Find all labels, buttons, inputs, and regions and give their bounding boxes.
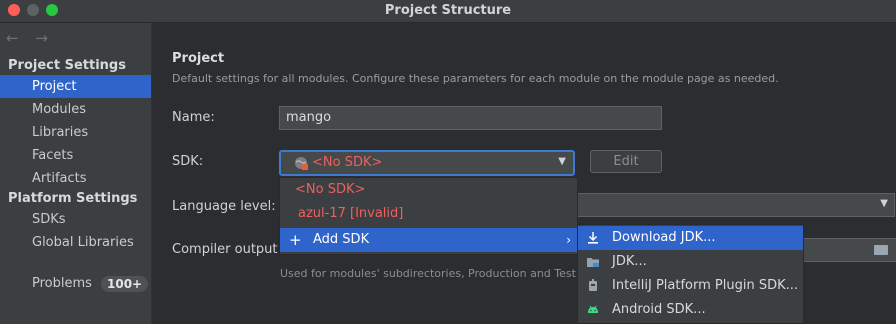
window-title: Project Structure <box>384 3 512 18</box>
edit-sdk-button[interactable]: Edit <box>590 150 662 173</box>
language-level-combobox[interactable]: ▼ <box>575 193 895 217</box>
add-sdk-submenu: Download JDK... JDK... IntelliJ Platform… <box>577 224 804 324</box>
problems-count-badge: 100+ <box>101 276 149 292</box>
name-field[interactable]: mango <box>279 106 662 130</box>
sidebar-item-modules[interactable]: Modules <box>0 98 151 121</box>
folder-browse-icon[interactable] <box>874 245 888 255</box>
download-jdk-menu-item[interactable]: Download JDK... <box>578 226 803 250</box>
sdk-option-azul-17[interactable]: azul-17 [Invalid] <box>280 202 577 226</box>
intellij-plugin-sdk-menu-item[interactable]: IntelliJ Platform Plugin SDK... <box>578 274 803 298</box>
section-project-settings: Project Settings <box>8 58 126 73</box>
plus-icon: + <box>289 231 302 249</box>
android-icon <box>588 305 598 313</box>
sdk-label: SDK: <box>172 154 204 169</box>
chevron-down-icon: ▼ <box>880 198 888 209</box>
sidebar-item-global-libraries[interactable]: Global Libraries <box>0 231 151 254</box>
jdk-menu-item[interactable]: JDK... <box>578 250 803 274</box>
sdk-combobox[interactable]: <No SDK> ▼ <box>279 150 575 176</box>
plugin-icon <box>589 279 597 291</box>
sidebar-item-artifacts[interactable]: Artifacts <box>0 167 151 190</box>
compiler-output-hint: Used for modules' subdirectories, Produc… <box>280 267 590 280</box>
add-sdk-menu-item[interactable]: + Add SDK › <box>280 228 577 252</box>
sdk-dropdown-list: <No SDK> azul-17 [Invalid] + Add SDK › <box>279 177 578 255</box>
chevron-right-icon: › <box>566 233 571 247</box>
title-bar: Project Structure <box>0 0 896 23</box>
language-level-label: Language level: <box>172 199 276 214</box>
chevron-down-icon: ▼ <box>558 156 566 167</box>
android-sdk-menu-item[interactable]: Android SDK... <box>578 298 803 322</box>
sidebar-item-facets[interactable]: Facets <box>0 144 151 167</box>
compiler-output-field[interactable] <box>800 238 896 262</box>
folder-icon <box>587 258 599 267</box>
name-label: Name: <box>172 110 215 125</box>
sidebar-item-libraries[interactable]: Libraries <box>0 121 151 144</box>
page-description: Default settings for all modules. Config… <box>172 72 779 85</box>
sdk-option-no-sdk[interactable]: <No SDK> <box>280 178 577 202</box>
sidebar: ← → Project Settings Project Modules Lib… <box>0 23 152 324</box>
section-platform-settings: Platform Settings <box>8 191 138 206</box>
sidebar-item-sdks[interactable]: SDKs <box>0 208 151 231</box>
sdk-selected-value: <No SDK> <box>312 155 383 170</box>
back-forward-arrows[interactable]: ← → <box>6 29 54 47</box>
page-title: Project <box>172 51 225 66</box>
compiler-output-label: Compiler output: <box>172 242 282 257</box>
sidebar-item-project[interactable]: Project <box>0 75 151 98</box>
globe-icon <box>295 157 308 170</box>
download-icon <box>588 232 598 244</box>
